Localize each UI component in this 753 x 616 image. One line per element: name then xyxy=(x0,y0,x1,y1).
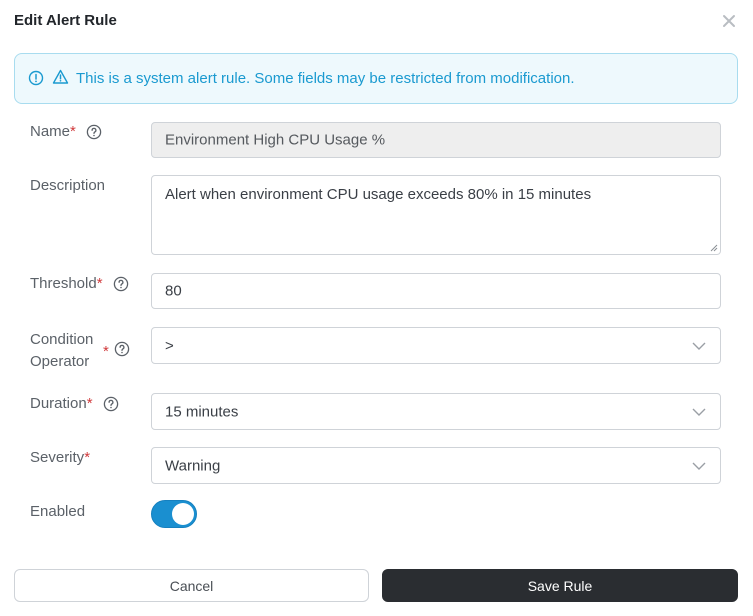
enabled-toggle[interactable] xyxy=(151,500,197,528)
dialog-title: Edit Alert Rule xyxy=(14,12,117,29)
duration-select[interactable]: 15 minutes xyxy=(151,393,721,430)
banner-text: This is a system alert rule. Some fields… xyxy=(76,70,575,87)
close-icon[interactable] xyxy=(721,13,737,29)
name-label: Name* xyxy=(30,123,102,140)
description-label: Description xyxy=(30,177,106,194)
duration-label: Duration* xyxy=(30,395,119,412)
resize-handle-icon[interactable] xyxy=(710,244,718,252)
save-rule-button[interactable]: Save Rule xyxy=(382,569,738,602)
severity-label: Severity* xyxy=(30,449,91,466)
help-icon[interactable] xyxy=(114,341,130,357)
name-input[interactable]: Environment High CPU Usage % xyxy=(151,122,721,158)
required-marker: * xyxy=(103,343,109,360)
chevron-down-icon xyxy=(692,462,706,470)
system-rule-banner: This is a system alert rule. Some fields… xyxy=(14,53,738,104)
description-textarea[interactable]: Alert when environment CPU usage exceeds… xyxy=(151,175,721,255)
condition-operator-label: Condition Operator * xyxy=(30,329,130,373)
chevron-down-icon xyxy=(692,408,706,416)
required-marker: * xyxy=(70,123,76,140)
toggle-knob xyxy=(172,503,194,525)
info-icon xyxy=(28,70,44,86)
help-icon[interactable] xyxy=(103,396,119,412)
threshold-label: Threshold* xyxy=(30,275,129,292)
required-marker: * xyxy=(86,395,93,412)
severity-select[interactable]: Warning xyxy=(151,447,721,484)
enabled-label: Enabled xyxy=(30,503,86,520)
required-marker: * xyxy=(96,275,103,292)
cancel-button[interactable]: Cancel xyxy=(14,569,369,602)
required-marker: * xyxy=(84,449,91,466)
warning-icon xyxy=(52,69,69,84)
chevron-down-icon xyxy=(692,342,706,350)
help-icon[interactable] xyxy=(113,276,129,292)
help-icon[interactable] xyxy=(86,124,102,140)
threshold-input[interactable]: 80 xyxy=(151,273,721,309)
condition-operator-select[interactable]: > xyxy=(151,327,721,364)
